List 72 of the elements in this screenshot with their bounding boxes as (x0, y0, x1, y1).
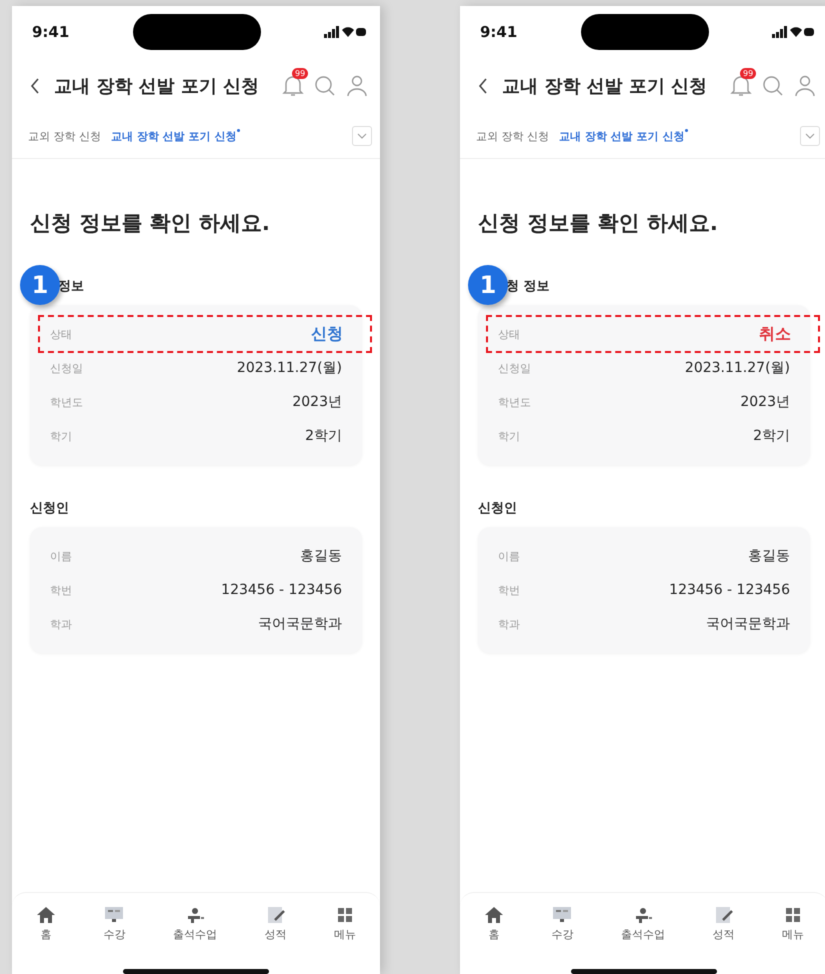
dropdown-button[interactable] (800, 126, 820, 146)
field-label: 학년도 (498, 394, 531, 410)
monitor-icon (104, 906, 124, 924)
field-value: 2023년 (740, 393, 790, 411)
field-label: 학기 (50, 428, 72, 444)
status-time: 9:41 (480, 23, 518, 41)
user-icon[interactable] (794, 75, 816, 97)
field-value: 2023.11.27(월) (684, 359, 790, 377)
page-title: 교내 장학 선발 포기 신청 (54, 75, 260, 98)
field-value: 취소 (759, 324, 791, 344)
field-label: 학과 (498, 616, 520, 632)
field-label: 상태 (50, 326, 72, 342)
field-label: 학번 (50, 582, 72, 598)
home-icon (484, 906, 504, 924)
field-label: 학년도 (50, 394, 83, 410)
field-value: 2학기 (305, 427, 342, 445)
back-icon[interactable] (478, 78, 488, 94)
monitor-icon (552, 906, 572, 924)
search-icon[interactable] (762, 75, 784, 97)
field-value: 2023년 (292, 393, 342, 411)
field-value: 123456 - 123456 (669, 582, 790, 598)
dropdown-button[interactable] (352, 126, 372, 146)
field-label: 학번 (498, 582, 520, 598)
page-title: 교내 장학 선발 포기 신청 (502, 75, 708, 98)
document-pen-icon (714, 906, 734, 924)
tab-bar-item[interactable]: 메뉴 (334, 906, 356, 942)
breadcrumb-tab[interactable]: 교외 장학 신청 (476, 128, 549, 144)
home-icon (36, 906, 56, 924)
field-value: 국어국문학과 (706, 615, 790, 633)
user-icon[interactable] (346, 75, 368, 97)
tab-bar-item[interactable]: 출석수업 (620, 906, 665, 942)
document-pen-icon (266, 906, 286, 924)
field-value: 국어국문학과 (258, 615, 342, 633)
field-value: 홍길동 (748, 547, 790, 565)
field-label: 학기 (498, 428, 520, 444)
tab-bar-item[interactable]: 출석수업 (172, 906, 217, 942)
callout-badge: 1 (468, 265, 508, 305)
field-label: 상태 (498, 326, 520, 342)
status-time: 9:41 (32, 23, 70, 41)
field-value: 홍길동 (300, 547, 342, 565)
field-label: 학과 (50, 616, 72, 632)
back-icon[interactable] (30, 78, 40, 94)
tab-bar-item[interactable]: 메뉴 (782, 906, 804, 942)
tab-bar-item[interactable]: 성적 (712, 906, 735, 942)
breadcrumb-tab[interactable]: 교외 장학 신청 (28, 128, 101, 144)
field-value: 2학기 (753, 427, 790, 445)
field-value: 123456 - 123456 (221, 582, 342, 598)
callout-badge: 1 (20, 265, 60, 305)
tab-bar-item[interactable]: 성적 (264, 906, 287, 942)
field-value: 2023.11.27(월) (236, 359, 342, 377)
notification-badge: 99 (292, 68, 308, 79)
page-heading: 신청 정보를 확인 하세요. (30, 210, 271, 237)
field-label: 신청일 (498, 360, 531, 376)
search-icon[interactable] (314, 75, 336, 97)
section-title: 정보 (58, 278, 85, 293)
chevron-down-icon (805, 133, 815, 139)
tab-bar-item[interactable]: 홈 (484, 906, 504, 942)
chevron-down-icon (357, 133, 367, 139)
tab-bar-item[interactable]: 홈 (36, 906, 56, 942)
field-label: 이름 (50, 548, 72, 564)
status-icons (324, 26, 366, 38)
tab-bar-item[interactable]: 수강 (103, 906, 126, 942)
field-value: 신청 (311, 324, 343, 344)
section-title: 청 정보 (506, 278, 551, 293)
status-icons (772, 26, 814, 38)
tab-bar-item[interactable]: 수강 (551, 906, 574, 942)
notification-badge: 99 (740, 68, 756, 79)
section-title: 신청인 (478, 500, 518, 515)
field-label: 신청일 (50, 360, 83, 376)
page-heading: 신청 정보를 확인 하세요. (478, 210, 719, 237)
section-title: 신청인 (30, 500, 70, 515)
field-label: 이름 (498, 548, 520, 564)
